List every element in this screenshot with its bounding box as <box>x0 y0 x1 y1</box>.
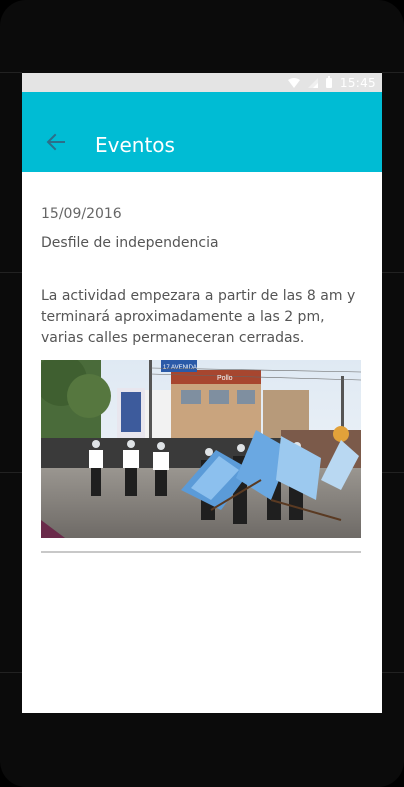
page-title: Eventos <box>95 133 175 157</box>
bezel-detail <box>0 672 22 673</box>
app-bar: Eventos <box>22 92 382 172</box>
street-sign-text: 17 AVENIDA <box>163 365 197 371</box>
phone-frame: 15:45 Eventos 15/09/2016 Desfile de inde… <box>0 0 404 787</box>
bezel-detail <box>382 472 404 473</box>
event-date: 15/09/2016 <box>41 206 122 222</box>
battery-icon <box>325 75 332 88</box>
status-time: 15:45 <box>339 75 376 90</box>
event-title: Desfile de independencia <box>41 235 219 251</box>
status-bar: 15:45 <box>22 73 382 92</box>
bezel-detail <box>382 72 404 73</box>
bezel-detail <box>0 472 22 473</box>
app-screen: 15:45 Eventos 15/09/2016 Desfile de inde… <box>22 73 382 713</box>
status-icons: 15:45 <box>287 75 376 90</box>
content-divider <box>41 551 361 553</box>
arrow-back-icon <box>46 133 65 151</box>
event-photo: 17 AVENIDA Pollo <box>41 360 361 538</box>
bezel-detail <box>382 672 404 673</box>
wifi-icon <box>287 77 300 88</box>
bezel-detail <box>382 272 404 273</box>
parade-photo-illustration: 17 AVENIDA Pollo <box>41 360 361 538</box>
signal-icon <box>307 77 318 88</box>
event-description: La actividad empezara a partir de las 8 … <box>41 288 356 346</box>
storefront-sign-text: Pollo <box>217 375 233 382</box>
back-button[interactable] <box>44 130 68 154</box>
bezel-detail <box>0 72 22 73</box>
bezel-detail <box>0 272 22 273</box>
